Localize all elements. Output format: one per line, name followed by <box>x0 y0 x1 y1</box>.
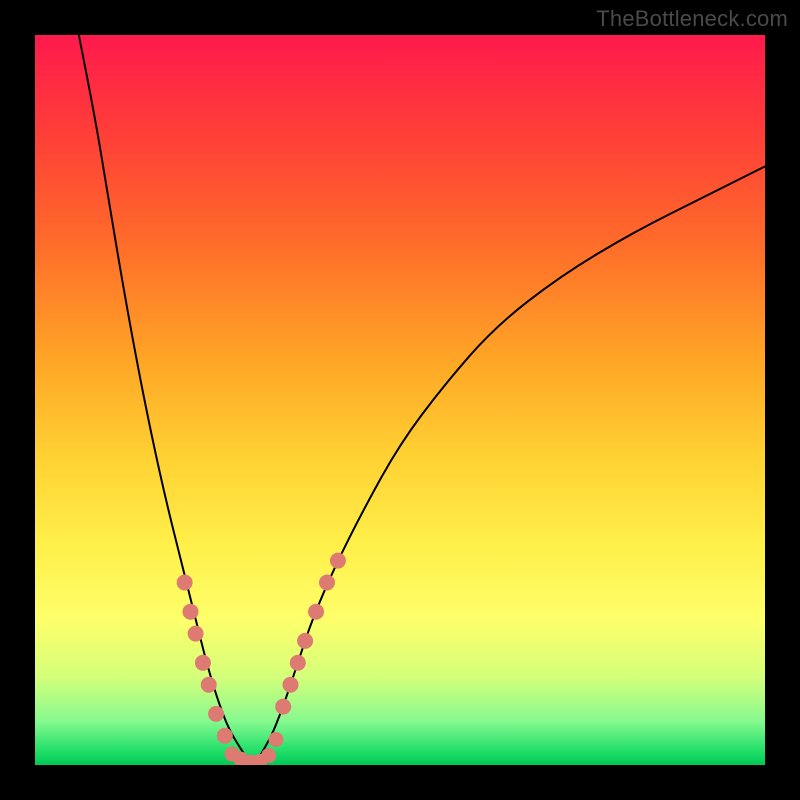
curve-layer <box>35 35 765 765</box>
data-point-marker <box>201 677 216 692</box>
right-branch-curve <box>254 166 765 765</box>
left-branch-curve <box>79 35 254 765</box>
data-point-marker <box>262 749 276 763</box>
data-point-marker <box>209 706 224 721</box>
data-point-marker <box>269 732 283 746</box>
data-point-marker <box>290 655 305 670</box>
data-point-marker <box>195 655 210 670</box>
data-point-marker <box>183 604 198 619</box>
plot-area <box>35 35 765 765</box>
data-point-marker <box>330 553 345 568</box>
data-point-marker <box>309 604 324 619</box>
data-point-marker <box>298 633 313 648</box>
data-point-marker <box>276 699 291 714</box>
data-point-marker <box>320 575 335 590</box>
data-point-marker <box>188 626 203 641</box>
data-point-marker <box>177 575 192 590</box>
chart-frame: TheBottleneck.com <box>0 0 800 800</box>
data-point-marker <box>283 677 298 692</box>
markers-group <box>177 553 345 765</box>
data-point-marker <box>217 728 232 743</box>
watermark-text: TheBottleneck.com <box>596 6 788 32</box>
